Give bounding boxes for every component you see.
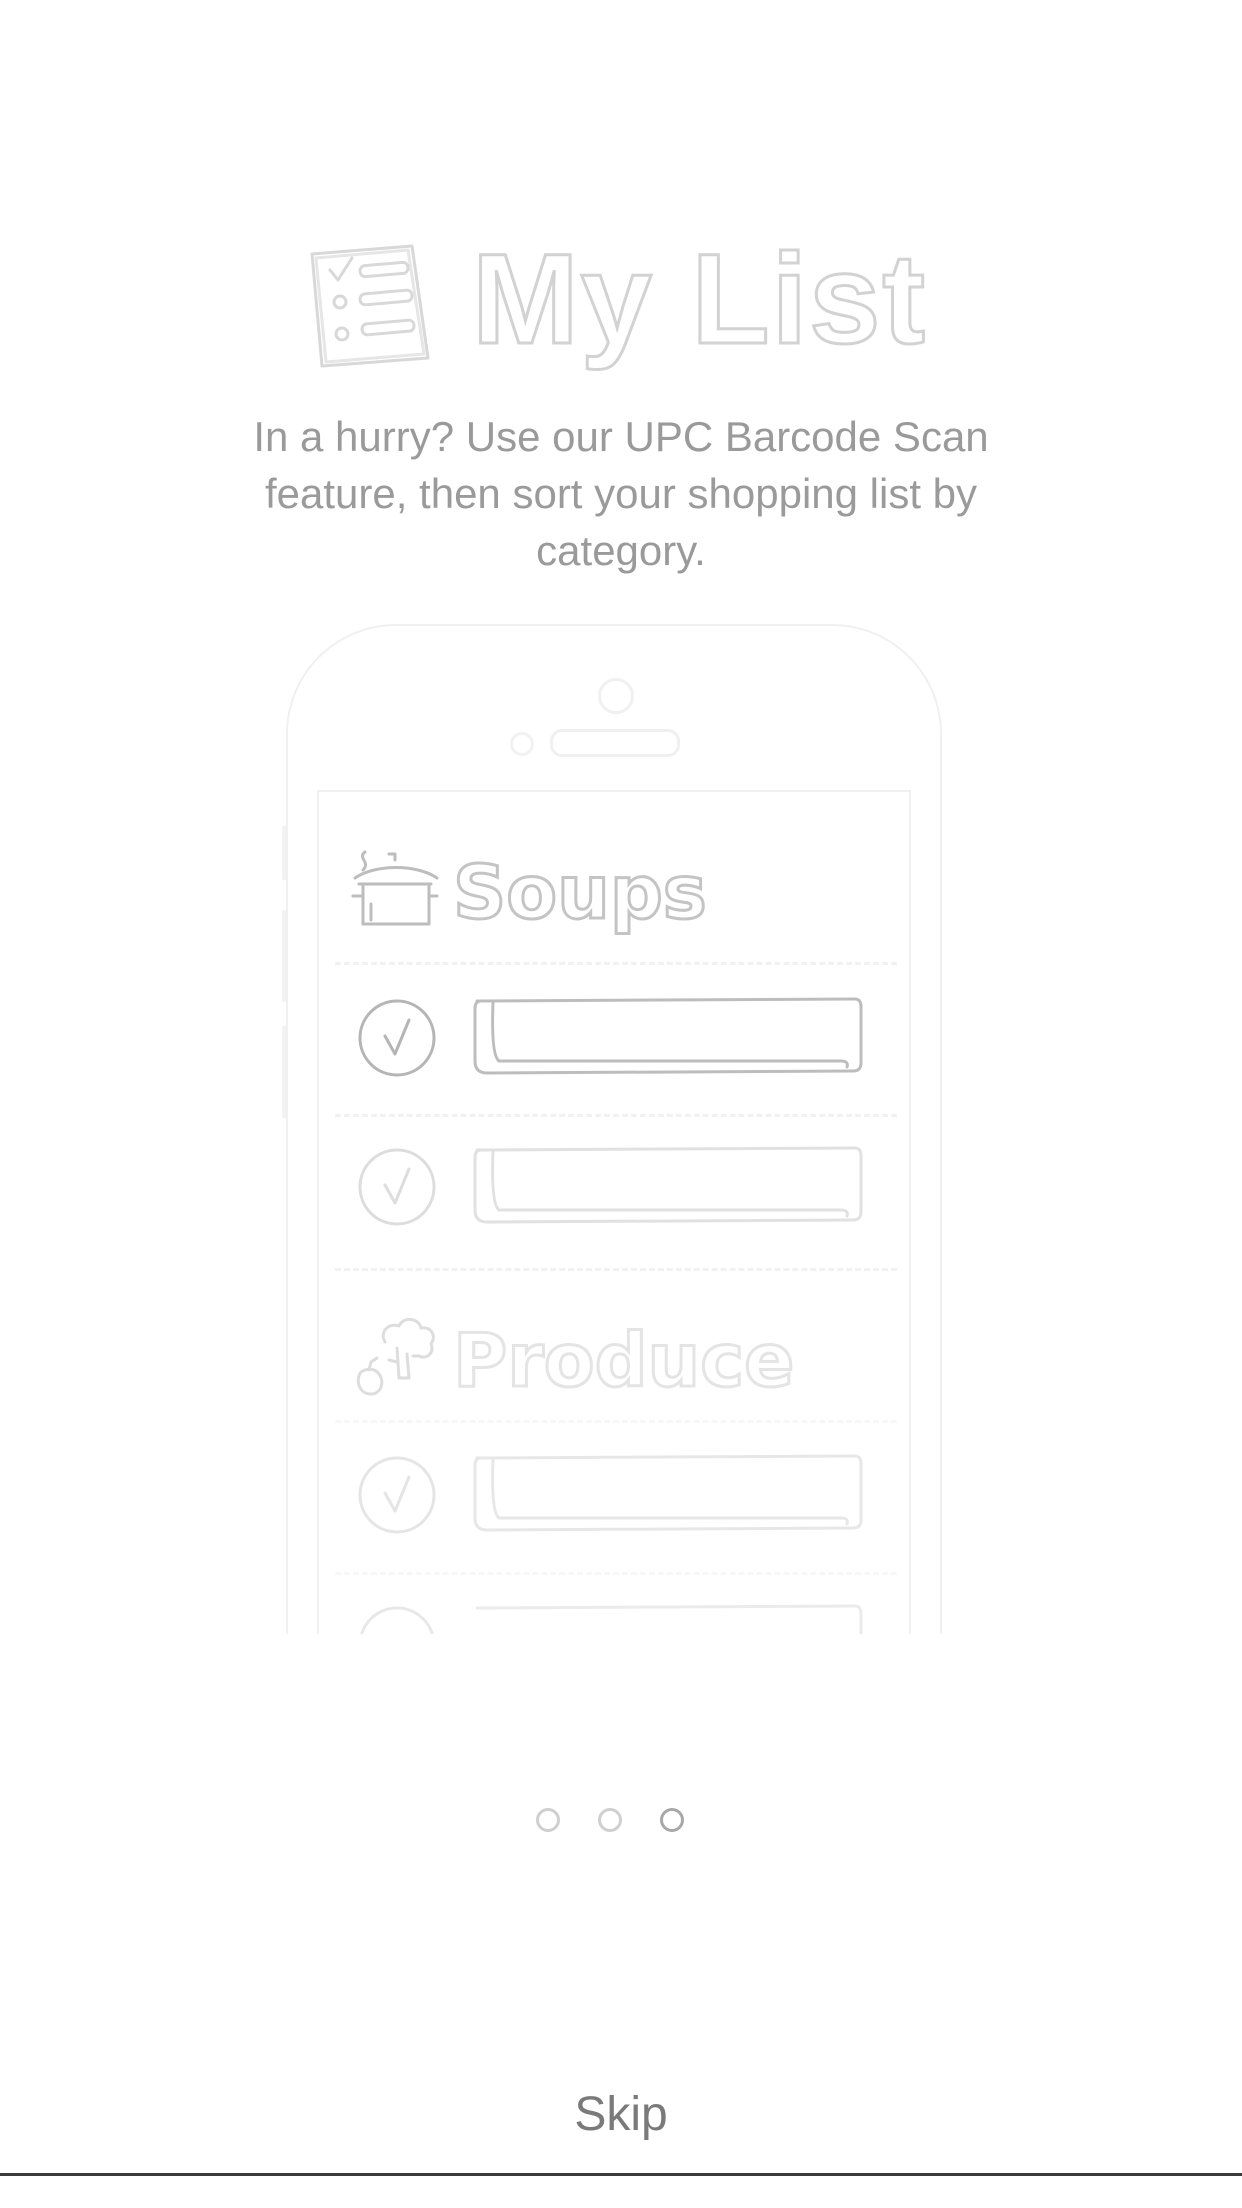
list-item: [319, 1114, 913, 1260]
page-dot-1[interactable]: [536, 1808, 560, 1832]
list-item: [319, 965, 913, 1111]
item-text-placeholder: [473, 997, 863, 1075]
sensor-icon: [510, 732, 534, 756]
page-dot-2[interactable]: [598, 1808, 622, 1832]
section-header-soups: Soups: [319, 832, 913, 942]
produce-section: Produce: [319, 1300, 913, 1634]
list-item: [319, 1572, 913, 1634]
checkmark-circle-icon: [358, 1148, 436, 1226]
camera-icon: [598, 678, 634, 714]
page-indicator[interactable]: [536, 1808, 706, 1838]
list-item: [319, 1422, 913, 1568]
checkmark-circle-icon: [358, 999, 436, 1077]
section-label-soups: Soups: [452, 849, 709, 938]
checkmark-circle-icon: [358, 1456, 436, 1534]
phone-screen: Soups Produce: [317, 790, 911, 1634]
section-header-produce: Produce: [319, 1300, 913, 1410]
app-title: My List: [471, 228, 927, 371]
divider: [335, 1268, 897, 1271]
soup-pot-icon: [351, 850, 439, 926]
speaker-slot: [550, 729, 680, 757]
checkmark-circle-icon: [360, 1606, 434, 1634]
section-label-produce: Produce: [451, 1317, 795, 1406]
item-text-placeholder: [475, 1604, 863, 1634]
checklist-icon: [310, 244, 430, 368]
produce-icon: [356, 1318, 435, 1396]
onboarding-description: In a hurry? Use our UPC Barcode Scan fea…: [253, 413, 989, 574]
soups-section: Soups: [319, 832, 913, 1292]
onboarding-screen: My List In a hurry? Use our UPC Barcode …: [0, 0, 1242, 2173]
bottom-edge: [0, 2173, 1242, 2208]
phone-outline: Soups Produce: [286, 624, 942, 1634]
page-dot-3[interactable]: [660, 1808, 684, 1832]
item-text-placeholder: [473, 1454, 863, 1532]
item-text-placeholder: [473, 1146, 863, 1224]
header: My List: [300, 228, 940, 371]
skip-button[interactable]: Skip: [471, 2080, 771, 2150]
